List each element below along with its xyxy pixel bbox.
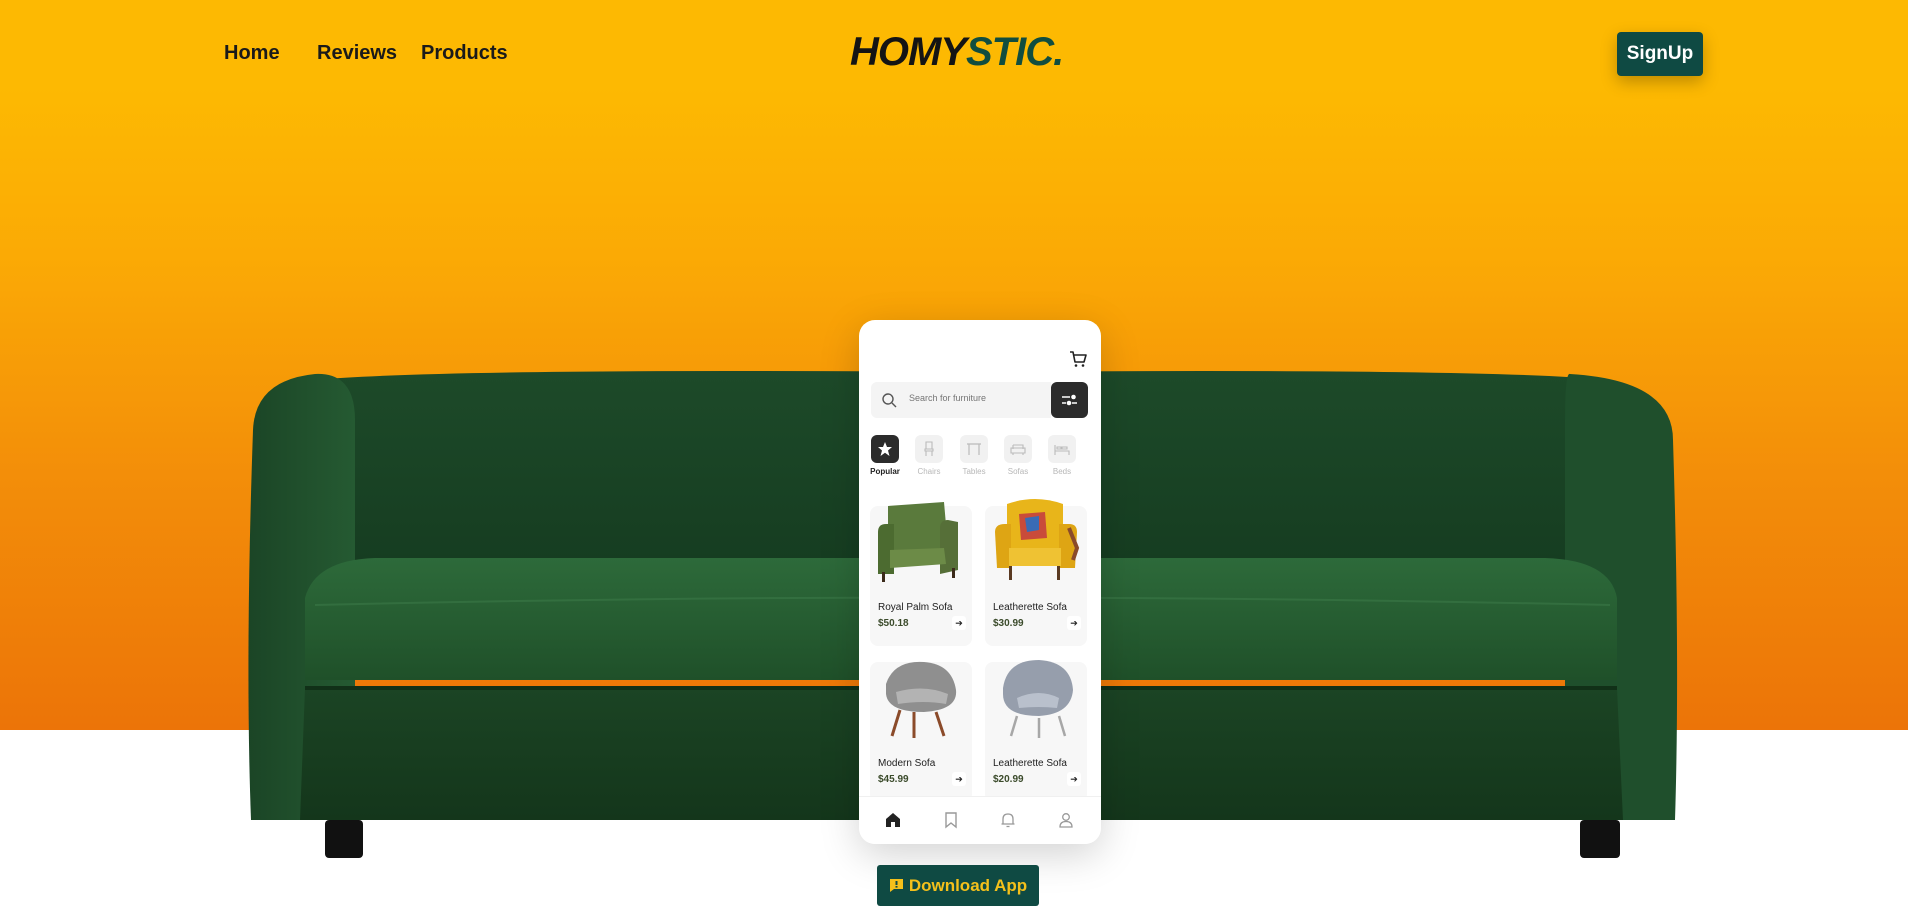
logo-part-1: HOMY bbox=[850, 30, 967, 74]
product-price: $50.18 bbox=[878, 618, 909, 629]
nav-products-link[interactable]: Products bbox=[421, 42, 508, 65]
product-name: Leatherette Sofa bbox=[993, 602, 1067, 613]
filter-icon bbox=[1062, 394, 1077, 406]
category-label: Popular bbox=[870, 467, 900, 476]
arrow-right-icon[interactable]: ➔ bbox=[1067, 616, 1081, 630]
search-input[interactable] bbox=[909, 393, 1039, 403]
table-icon bbox=[967, 443, 981, 455]
category-sofas[interactable]: Sofas bbox=[1002, 435, 1034, 476]
armchair-image bbox=[995, 499, 1080, 580]
product-card[interactable]: Modern Sofa $45.99 ➔ bbox=[870, 661, 972, 802]
home-icon[interactable] bbox=[884, 811, 902, 829]
armchair-image bbox=[1003, 660, 1073, 738]
download-app-label: Download App bbox=[908, 875, 1028, 895]
bell-icon[interactable] bbox=[999, 811, 1017, 829]
category-popular[interactable]: Popular bbox=[869, 435, 901, 476]
cart-icon[interactable] bbox=[1069, 350, 1087, 368]
signup-button[interactable]: SignUp bbox=[1617, 32, 1703, 76]
category-chairs[interactable]: Chairs bbox=[913, 435, 945, 476]
nav-reviews-link[interactable]: Reviews bbox=[317, 42, 397, 65]
arrow-right-icon[interactable]: ➔ bbox=[952, 616, 966, 630]
chair-icon bbox=[924, 441, 934, 456]
product-card[interactable]: Leatherette Sofa $20.99 ➔ bbox=[985, 660, 1087, 802]
product-name: Leatherette Sofa bbox=[993, 758, 1067, 769]
product-price: $30.99 bbox=[993, 618, 1024, 629]
sofa-icon bbox=[1010, 444, 1026, 455]
category-label: Beds bbox=[1052, 467, 1072, 476]
bed-icon bbox=[1054, 445, 1070, 455]
arrow-right-icon[interactable]: ➔ bbox=[1067, 772, 1081, 786]
bookmark-icon[interactable] bbox=[942, 811, 960, 829]
phone-mockup: Popular Chairs Tables Sofas Beds Royal P… bbox=[859, 320, 1101, 844]
bottom-navigation bbox=[859, 796, 1101, 844]
chat-icon bbox=[889, 878, 903, 892]
product-card[interactable]: Leatherette Sofa $30.99 ➔ bbox=[985, 499, 1087, 646]
star-icon bbox=[878, 442, 892, 456]
user-icon[interactable] bbox=[1057, 811, 1075, 829]
armchair-image bbox=[878, 502, 958, 582]
category-label: Chairs bbox=[917, 467, 941, 476]
product-card[interactable]: Royal Palm Sofa $50.18 ➔ bbox=[870, 502, 972, 646]
category-label: Tables bbox=[962, 467, 986, 476]
logo-part-2: STIC. bbox=[966, 30, 1064, 74]
search-bar[interactable] bbox=[871, 382, 1051, 418]
category-tables[interactable]: Tables bbox=[958, 435, 990, 476]
nav-home-link[interactable]: Home bbox=[224, 42, 280, 65]
product-price: $20.99 bbox=[993, 774, 1024, 785]
product-price: $45.99 bbox=[878, 774, 909, 785]
product-name: Modern Sofa bbox=[878, 758, 936, 769]
product-name: Royal Palm Sofa bbox=[878, 602, 953, 613]
category-beds[interactable]: Beds bbox=[1046, 435, 1078, 476]
download-app-button[interactable]: Download App bbox=[877, 865, 1039, 906]
category-label: Sofas bbox=[1007, 467, 1029, 476]
armchair-image bbox=[886, 661, 957, 738]
filter-button[interactable] bbox=[1051, 382, 1088, 418]
brand-logo[interactable]: HOMYSTIC. bbox=[850, 30, 1064, 75]
search-icon bbox=[882, 393, 897, 408]
arrow-right-icon[interactable]: ➔ bbox=[952, 772, 966, 786]
